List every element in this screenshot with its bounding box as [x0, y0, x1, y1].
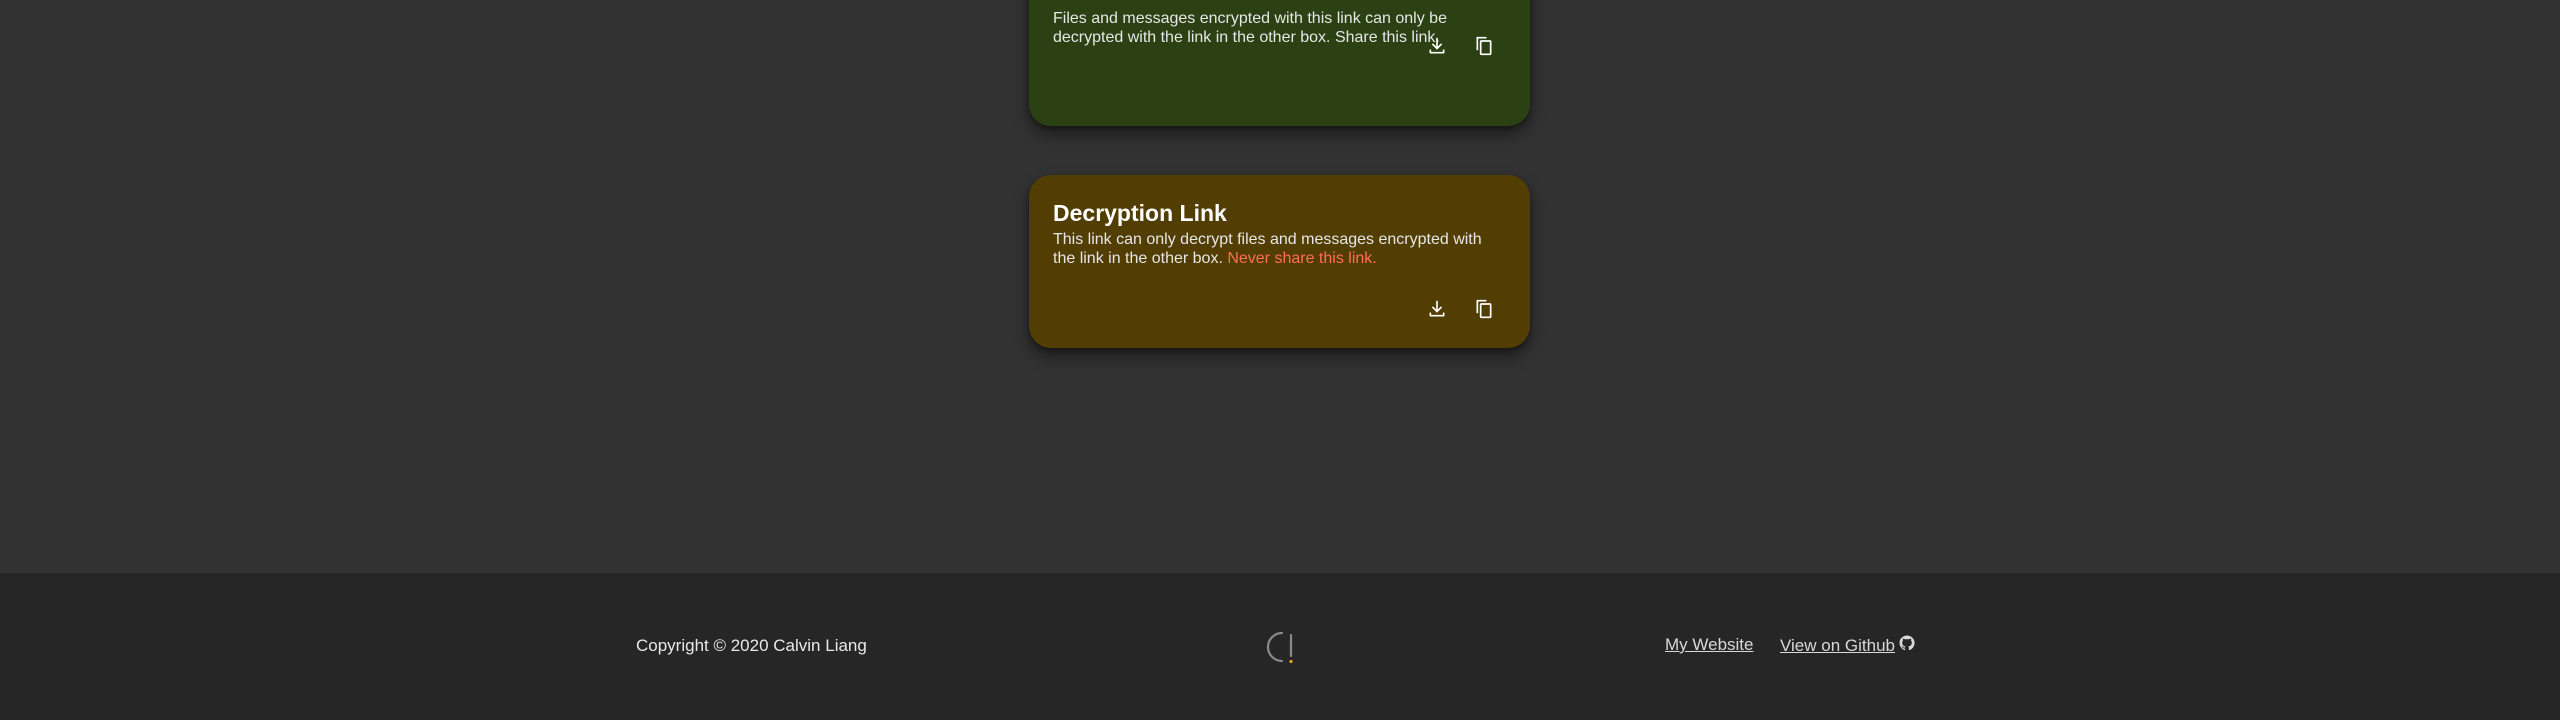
- footer: Copyright © 2020 Calvin Liang My Website…: [0, 573, 2560, 720]
- copy-icon: [1474, 298, 1494, 320]
- github-link[interactable]: View on Github: [1780, 635, 1915, 656]
- encryption-copy-button[interactable]: [1466, 28, 1502, 64]
- decryption-download-button[interactable]: [1419, 291, 1455, 327]
- logo-icon[interactable]: [1262, 627, 1298, 667]
- copyright-text: Copyright © 2020 Calvin Liang: [636, 636, 867, 655]
- decryption-description: This link can only decrypt files and mes…: [1053, 230, 1503, 268]
- decryption-title: Decryption Link: [1053, 200, 1227, 226]
- my-website-link[interactable]: My Website: [1665, 635, 1754, 655]
- decryption-link-card: Decryption Link This link can only decry…: [1029, 175, 1530, 348]
- github-link-label: View on Github: [1780, 635, 1895, 655]
- decryption-copy-button[interactable]: [1466, 291, 1502, 327]
- decryption-warning: Never share this link.: [1227, 250, 1377, 267]
- encryption-download-button[interactable]: [1419, 28, 1455, 64]
- encryption-link-card: Files and messages encrypted with this l…: [1029, 0, 1530, 126]
- github-icon: [1899, 635, 1915, 656]
- copy-icon: [1474, 35, 1494, 57]
- download-icon: [1427, 36, 1447, 56]
- download-icon: [1427, 299, 1447, 319]
